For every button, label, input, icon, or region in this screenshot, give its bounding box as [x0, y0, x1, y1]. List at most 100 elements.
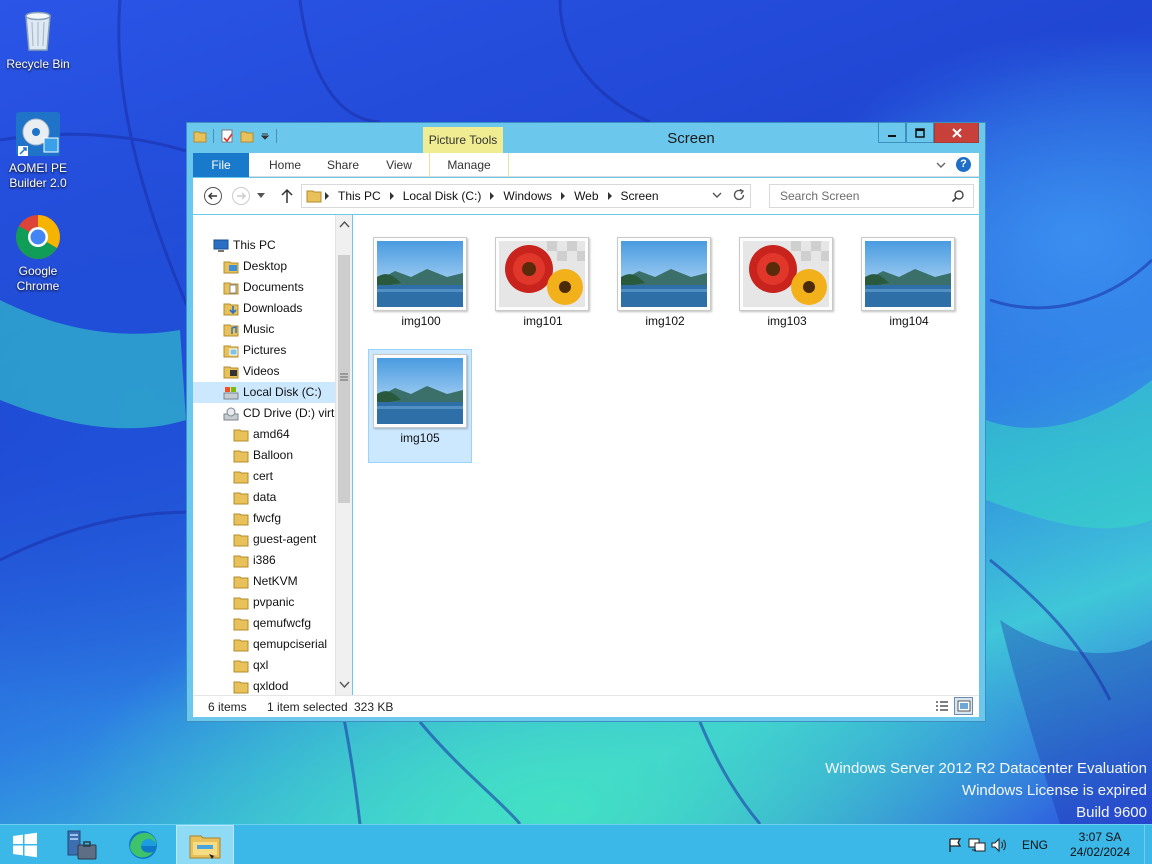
tree-item-music[interactable]: Music [223, 319, 274, 340]
file-explorer-icon [189, 835, 221, 859]
folder-icon [306, 190, 322, 203]
view-toggle [932, 697, 973, 715]
file-item-img104[interactable]: img104 [857, 233, 961, 347]
tree-item-folder[interactable]: qemupciserial [233, 634, 327, 655]
file-item-img103[interactable]: img103 [735, 233, 839, 347]
breadcrumb-this-pc[interactable]: This PC [332, 189, 397, 203]
search-input[interactable]: Search Screen [769, 184, 974, 208]
thumbnail-landscape [617, 237, 711, 311]
recent-locations-button[interactable] [255, 186, 267, 206]
help-icon[interactable]: ? [956, 157, 971, 172]
window-controls [878, 123, 979, 143]
tree-item-folder[interactable]: qemufwcfg [233, 613, 311, 634]
tree-item-documents[interactable]: Documents [223, 277, 304, 298]
tree-item-desktop[interactable]: Desktop [223, 256, 287, 277]
refresh-icon[interactable] [732, 188, 746, 202]
videos-folder-icon [223, 366, 239, 378]
taskbar: ENG 3:07 SA 24/02/2024 [0, 824, 1152, 864]
server-manager-button[interactable] [52, 825, 110, 864]
tab-share[interactable]: Share [315, 153, 371, 177]
desktop-icon-google-chrome[interactable]: Google Chrome [0, 213, 76, 294]
breadcrumb-screen[interactable]: Screen [615, 189, 665, 203]
folder-icon [233, 450, 249, 462]
tree-item-pictures[interactable]: Pictures [223, 340, 286, 361]
tree-item-folder[interactable]: Balloon [233, 445, 293, 466]
breadcrumb-web[interactable]: Web [568, 189, 614, 203]
tree-item-folder[interactable]: amd64 [233, 424, 290, 445]
search-icon[interactable] [951, 189, 965, 203]
tree-item-downloads[interactable]: Downloads [223, 298, 302, 319]
file-item-img105[interactable]: img105 [368, 349, 472, 463]
close-icon [951, 127, 962, 138]
folder-icon [233, 471, 249, 483]
maximize-icon [915, 127, 925, 138]
expand-ribbon-icon[interactable] [936, 161, 946, 169]
tree-item-folder[interactable]: i386 [233, 550, 276, 571]
address-controls [712, 188, 746, 202]
tab-manage[interactable]: Manage [429, 153, 509, 177]
watermark-line-edition: Windows Server 2012 R2 Datacenter Evalua… [825, 760, 1147, 777]
tree-item-folder[interactable]: data [233, 487, 276, 508]
navigation-pane-scrollbar[interactable] [335, 215, 352, 695]
file-item-img102[interactable]: img102 [613, 233, 717, 347]
scroll-down-icon[interactable] [339, 679, 350, 690]
details-view-button[interactable] [932, 697, 951, 715]
tree-item-folder[interactable]: qxl [233, 655, 268, 676]
clock[interactable]: 3:07 SA 24/02/2024 [1062, 830, 1138, 860]
up-arrow-icon [281, 188, 293, 203]
tab-file[interactable]: File [193, 153, 249, 177]
breadcrumb-local-disk[interactable]: Local Disk (C:) [397, 189, 498, 203]
scrollbar-thumb[interactable] [338, 255, 350, 503]
folder-icon [233, 597, 249, 609]
file-item-img100[interactable]: img100 [369, 233, 473, 347]
tab-home[interactable]: Home [255, 153, 315, 177]
forward-button[interactable] [231, 186, 251, 206]
tree-item-this-pc[interactable]: This PC [213, 235, 276, 256]
file-explorer-button[interactable] [176, 825, 234, 864]
tree-item-local-disk[interactable]: Local Disk (C:) [193, 382, 335, 403]
minimize-button[interactable] [878, 123, 906, 143]
navigation-pane: This PC Desktop Documents Downloads Musi… [193, 215, 335, 695]
status-item-count: 6 items [208, 700, 247, 714]
back-button[interactable] [203, 186, 223, 206]
file-name: img104 [889, 314, 929, 328]
forward-arrow-icon [232, 187, 250, 205]
close-button[interactable] [934, 123, 979, 143]
large-icons-view-icon [957, 700, 970, 712]
edge-button[interactable] [114, 825, 172, 864]
title-bar[interactable]: Picture Tools Screen [187, 123, 985, 153]
tree-item-videos[interactable]: Videos [223, 361, 279, 382]
file-item-img101[interactable]: img101 [491, 233, 595, 347]
address-history-chevron-icon[interactable] [712, 191, 722, 199]
address-bar[interactable]: This PC Local Disk (C:) Windows Web Scre… [301, 184, 751, 208]
network-icon[interactable] [966, 825, 988, 864]
chevron-right-icon [490, 192, 495, 200]
desktop-icon-label: Recycle Bin [6, 57, 70, 71]
desktop-icon-aomei-pe-builder[interactable]: AOMEI PE Builder 2.0 [0, 110, 76, 191]
maximize-button[interactable] [906, 123, 934, 143]
tab-view[interactable]: View [371, 153, 427, 177]
status-selection: 1 item selected [267, 700, 348, 714]
tree-item-folder[interactable]: NetKVM [233, 571, 298, 592]
tree-item-cd-drive[interactable]: CD Drive (D:) virtio-win [223, 403, 335, 424]
large-icons-view-button[interactable] [954, 697, 973, 715]
tree-item-folder[interactable]: pvpanic [233, 592, 294, 613]
folder-icon [233, 639, 249, 651]
language-indicator[interactable]: ENG [1022, 838, 1048, 852]
action-center-flag-icon[interactable] [944, 825, 966, 864]
tree-item-folder[interactable]: qxldod [233, 676, 288, 695]
breadcrumb-windows[interactable]: Windows [497, 189, 568, 203]
tree-item-folder[interactable]: guest-agent [233, 529, 316, 550]
start-button[interactable] [0, 825, 50, 864]
desktop-icon-recycle-bin[interactable]: Recycle Bin [0, 6, 76, 72]
volume-icon[interactable] [988, 825, 1010, 864]
scroll-up-icon[interactable] [339, 219, 350, 230]
window-title: Screen [667, 130, 715, 147]
show-desktop-button[interactable] [1144, 825, 1152, 864]
tree-item-folder[interactable]: fwcfg [233, 508, 281, 529]
up-button[interactable] [277, 186, 297, 206]
thumbnail-landscape [861, 237, 955, 311]
chevron-right-icon [561, 192, 566, 200]
tree-item-folder[interactable]: cert [233, 466, 273, 487]
search-placeholder: Search Screen [780, 189, 860, 203]
